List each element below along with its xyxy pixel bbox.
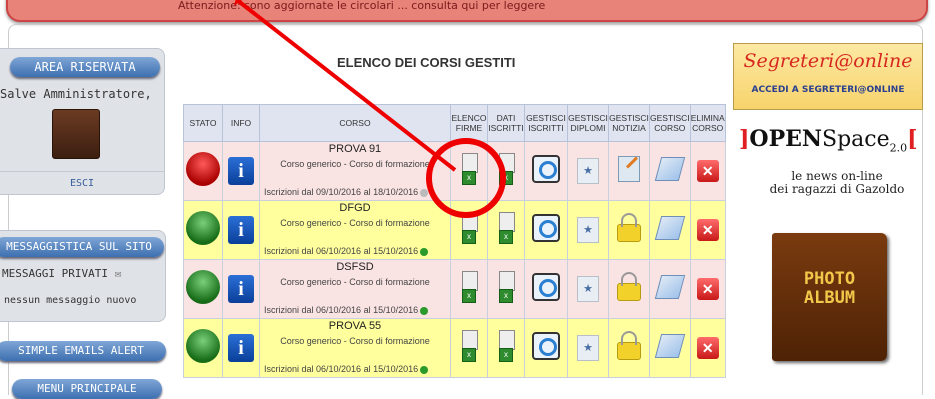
annotation-circle (426, 138, 506, 218)
